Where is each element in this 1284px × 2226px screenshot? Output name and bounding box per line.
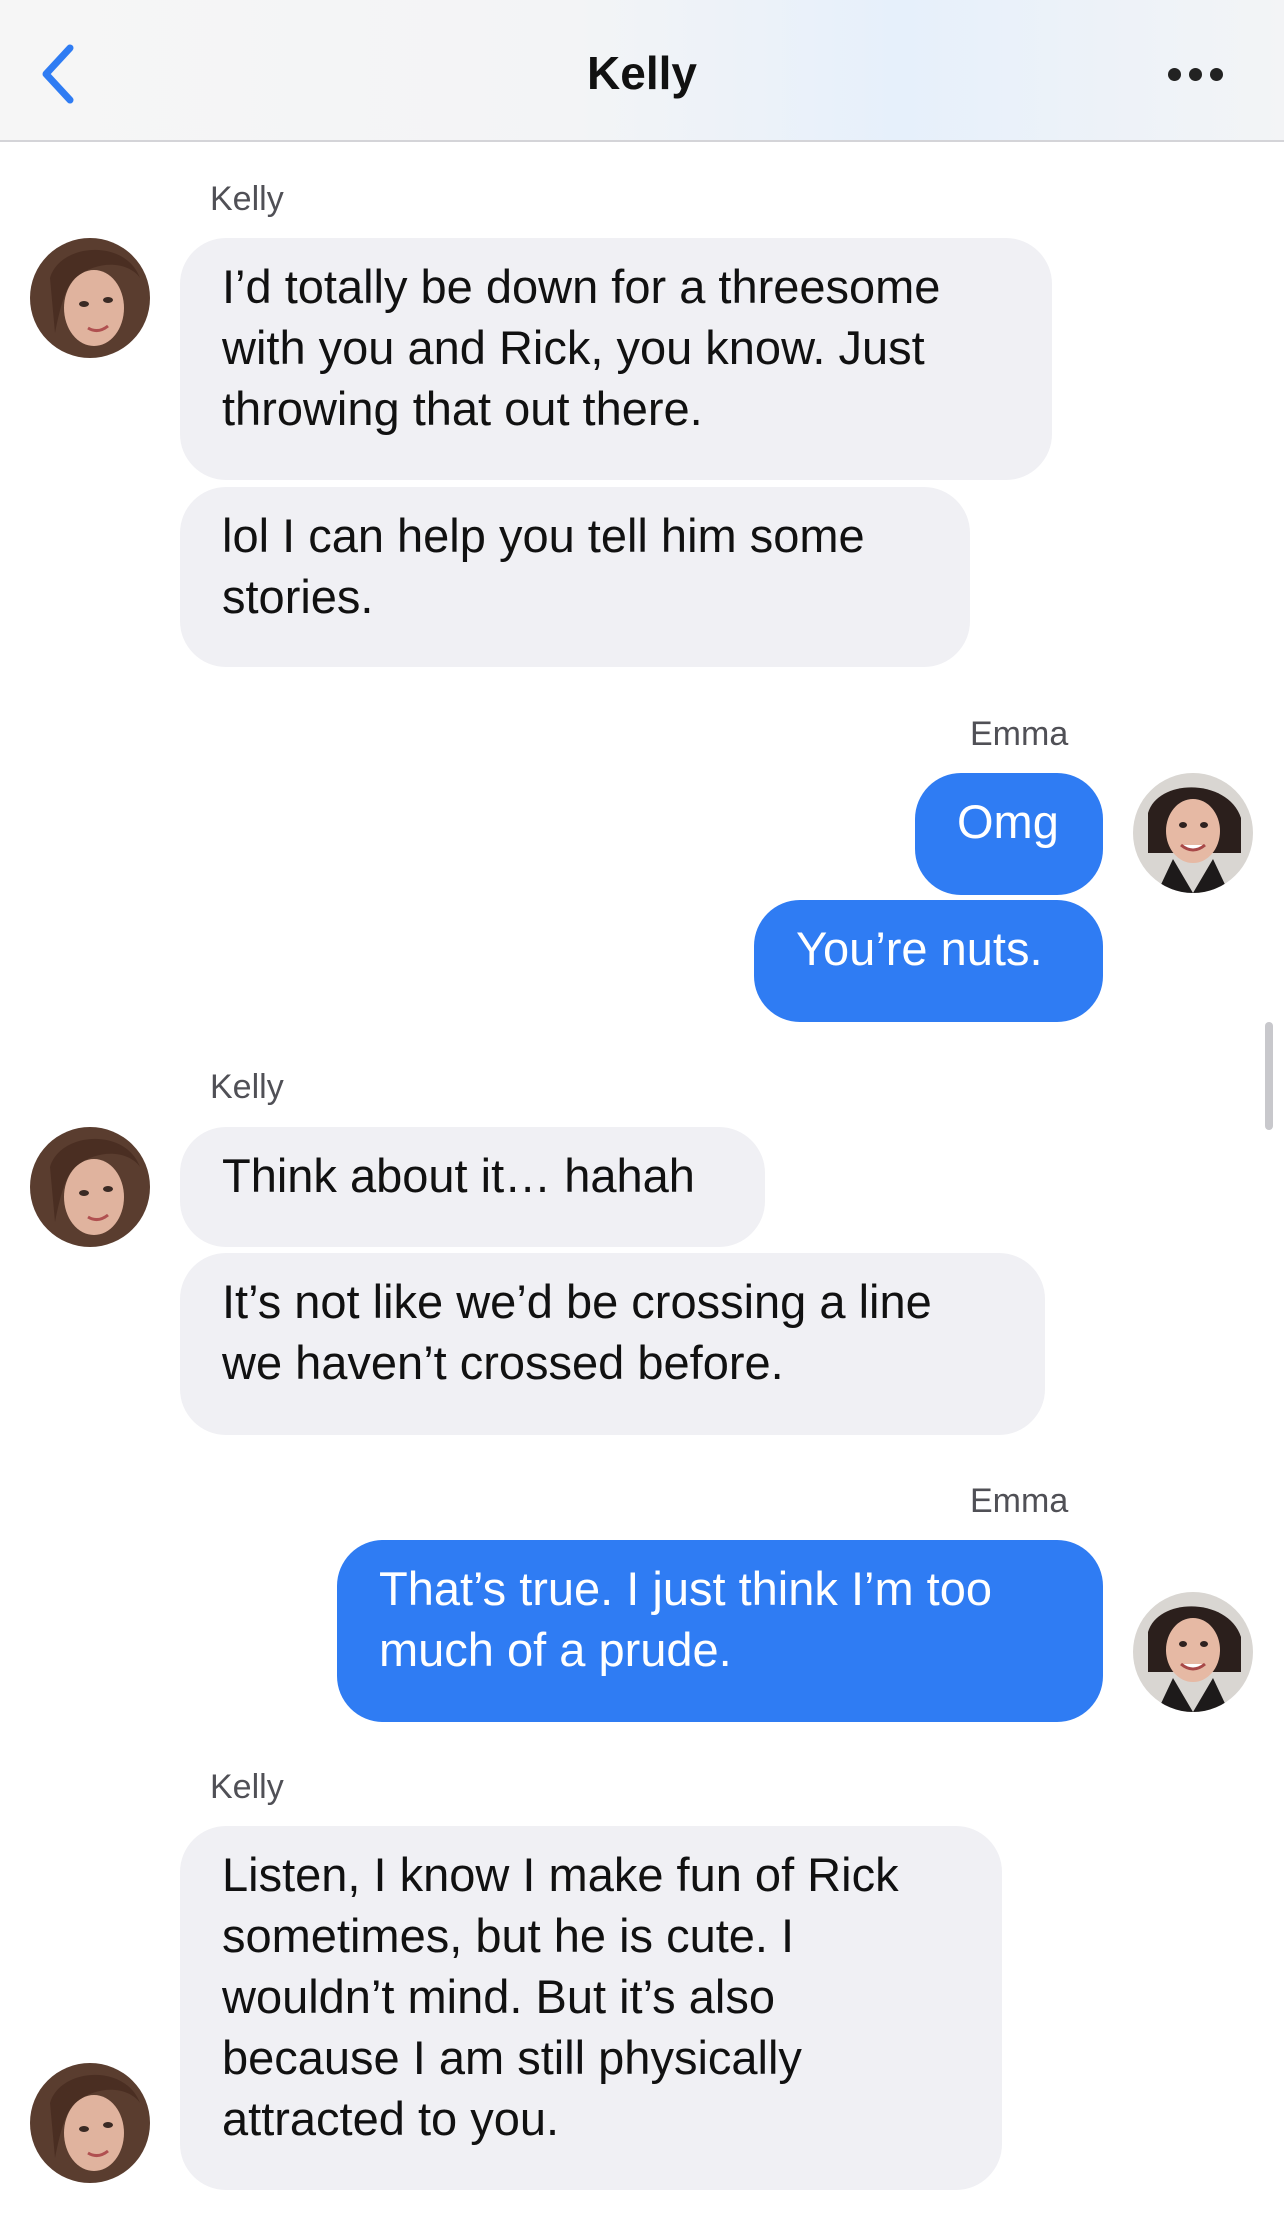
avatar-kelly[interactable] (30, 1127, 150, 1247)
message-bubble-incoming[interactable]: Listen, I know I make fun of Rick someti… (180, 1826, 1002, 2190)
message-bubble-incoming[interactable]: Think about it… hahah (180, 1127, 765, 1247)
sender-name-emma: Emma (970, 715, 1069, 753)
avatar-kelly[interactable] (30, 238, 150, 358)
kelly-avatar-image (30, 2063, 150, 2183)
ellipsis-icon (1168, 68, 1181, 81)
kelly-avatar-image (30, 238, 150, 358)
message-bubble-incoming[interactable]: It’s not like we’d be crossing a line we… (180, 1253, 1045, 1435)
emma-avatar-image (1133, 1592, 1253, 1712)
avatar-kelly[interactable] (30, 2063, 150, 2183)
avatar-emma[interactable] (1133, 1592, 1253, 1712)
scrollbar[interactable] (1265, 1022, 1273, 1130)
message-bubble-outgoing[interactable]: That’s true. I just think I’m too much o… (337, 1540, 1103, 1722)
emma-avatar-image (1133, 773, 1253, 893)
sender-name-kelly: Kelly (210, 1068, 284, 1106)
conversation-title: Kelly (587, 47, 697, 99)
kelly-avatar-image (30, 1127, 150, 1247)
message-bubble-outgoing[interactable]: Omg (915, 773, 1103, 895)
message-bubble-outgoing[interactable]: You’re nuts. (754, 900, 1103, 1022)
message-bubble-incoming[interactable]: lol I can help you tell him some stories… (180, 487, 970, 667)
sender-name-kelly: Kelly (210, 1768, 284, 1806)
sender-name-emma: Emma (970, 1482, 1069, 1520)
message-bubble-incoming[interactable]: I’d totally be down for a threesome with… (180, 238, 1052, 480)
sender-name-kelly: Kelly (210, 180, 284, 218)
chat-header: Kelly (0, 0, 1284, 142)
avatar-emma[interactable] (1133, 773, 1253, 893)
more-options-button[interactable] (1160, 50, 1230, 98)
